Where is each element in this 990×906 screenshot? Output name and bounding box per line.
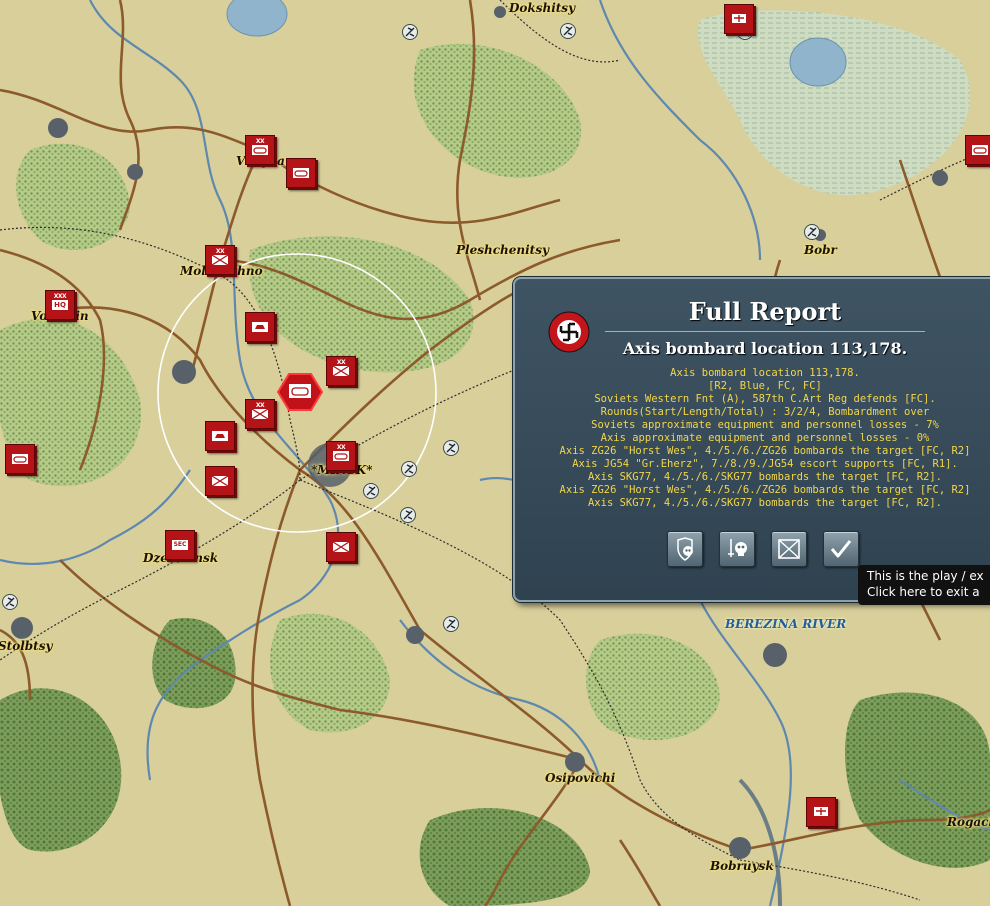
air-unit-counter[interactable]: [806, 797, 836, 827]
combat-log-line: Soviets Western Fnt (A), 587th C.Art Reg…: [594, 393, 936, 405]
airbase-icon[interactable]: [402, 24, 418, 40]
confirm-button[interactable]: [823, 531, 859, 567]
airbase-icon[interactable]: [443, 616, 459, 632]
town-label-dokshitsy: Dokshitsy: [509, 1, 576, 15]
airbase-icon[interactable]: [443, 440, 459, 456]
infantry-unit-counter[interactable]: XX: [245, 399, 275, 429]
report-subtitle: Axis bombard location 113,178.: [622, 339, 908, 358]
full-report-panel: Full Report Axis bombard location 113,17…: [513, 277, 990, 602]
security-unit-counter[interactable]: SEC: [165, 530, 195, 560]
title-divider: [605, 331, 925, 332]
hq-label: HQ: [54, 301, 66, 309]
infantry-unit-counter[interactable]: [326, 532, 356, 562]
airbase-icon[interactable]: [401, 461, 417, 477]
town-label-bobr: Bobr: [804, 243, 837, 257]
infantry-unit-counter[interactable]: XX: [205, 245, 235, 275]
combat-log-line: Axis JG54 "Gr.Eherz", 7./8./9./JG54 esco…: [572, 458, 958, 470]
infantry-unit-counter[interactable]: XX: [326, 356, 356, 386]
armor-unit-counter[interactable]: [965, 135, 990, 165]
armor-unit-counter[interactable]: XX: [326, 441, 356, 471]
shield-skull-icon: [677, 537, 693, 561]
combat-log-line: Axis ZG26 "Horst Wes", 4./5./6./ZG26 bom…: [559, 445, 971, 457]
town-label-rogachev: Rogachev: [947, 815, 990, 829]
combat-log-line: Rounds(Start/Length/Total) : 3/2/4, Bomb…: [600, 406, 930, 418]
sec-label: SEC: [173, 541, 187, 548]
report-title: Full Report: [688, 297, 842, 326]
airbase-icon[interactable]: [804, 224, 820, 240]
airbase-icon[interactable]: [400, 507, 416, 523]
losses-attacker-button[interactable]: [719, 531, 755, 567]
tooltip-line: This is the play / ex: [867, 569, 984, 583]
skull-sword-icon: [728, 539, 747, 557]
hq-unit-counter[interactable]: XXX HQ: [45, 290, 75, 320]
mechanized-unit-counter[interactable]: [205, 421, 235, 451]
river-label-berezina: BEREZINA RIVER: [725, 617, 847, 631]
airbase-icon[interactable]: [560, 23, 576, 39]
checkmark-icon: [830, 540, 852, 558]
combat-log-line: Axis ZG26 "Horst Wes", 4./5./6./ZG26 bom…: [559, 484, 971, 496]
losses-defender-button[interactable]: [667, 531, 703, 567]
combat-log-line: Axis SKG77, 4./5./6./SKG77 bombards the …: [587, 497, 942, 509]
airbase-icon[interactable]: [2, 594, 18, 610]
town-label-stolbtsy: Stolbtsy: [0, 639, 53, 653]
combat-log-line: Axis bombard location 113,178.: [670, 367, 860, 379]
combat-log-line: Axis SKG77, 4./5./6./SKG77 bombards the …: [587, 471, 942, 483]
infantry-unit-counter[interactable]: [205, 466, 235, 496]
armor-unit-counter[interactable]: [286, 158, 316, 188]
combat-log-line: Soviets approximate equipment and person…: [591, 419, 939, 431]
combat-log-line: [R2, Blue, FC, FC]: [708, 380, 822, 392]
tooltip-line: Click here to exit a: [867, 585, 980, 599]
armor-unit-counter[interactable]: [5, 444, 35, 474]
combat-log-line: Axis approximate equipment and personnel…: [600, 432, 930, 444]
help-tooltip: This is the play / ex Click here to exit…: [858, 565, 990, 605]
town-label-osipovichi: Osipovichi: [545, 771, 616, 785]
combat-log: Axis bombard location 113,178. [R2, Blue…: [515, 367, 990, 510]
armor-unit-counter[interactable]: XX: [245, 135, 275, 165]
crossed-infantry-icon: [778, 539, 800, 559]
units-involved-button[interactable]: [771, 531, 807, 567]
town-label-pleshchenitsy: Pleshchenitsy: [456, 243, 549, 257]
mechanized-unit-counter[interactable]: [245, 312, 275, 342]
air-unit-counter[interactable]: [724, 4, 754, 34]
selected-unit-hex[interactable]: [277, 372, 323, 412]
airbase-icon[interactable]: [363, 483, 379, 499]
town-label-bobruysk: Bobruysk: [710, 859, 774, 873]
